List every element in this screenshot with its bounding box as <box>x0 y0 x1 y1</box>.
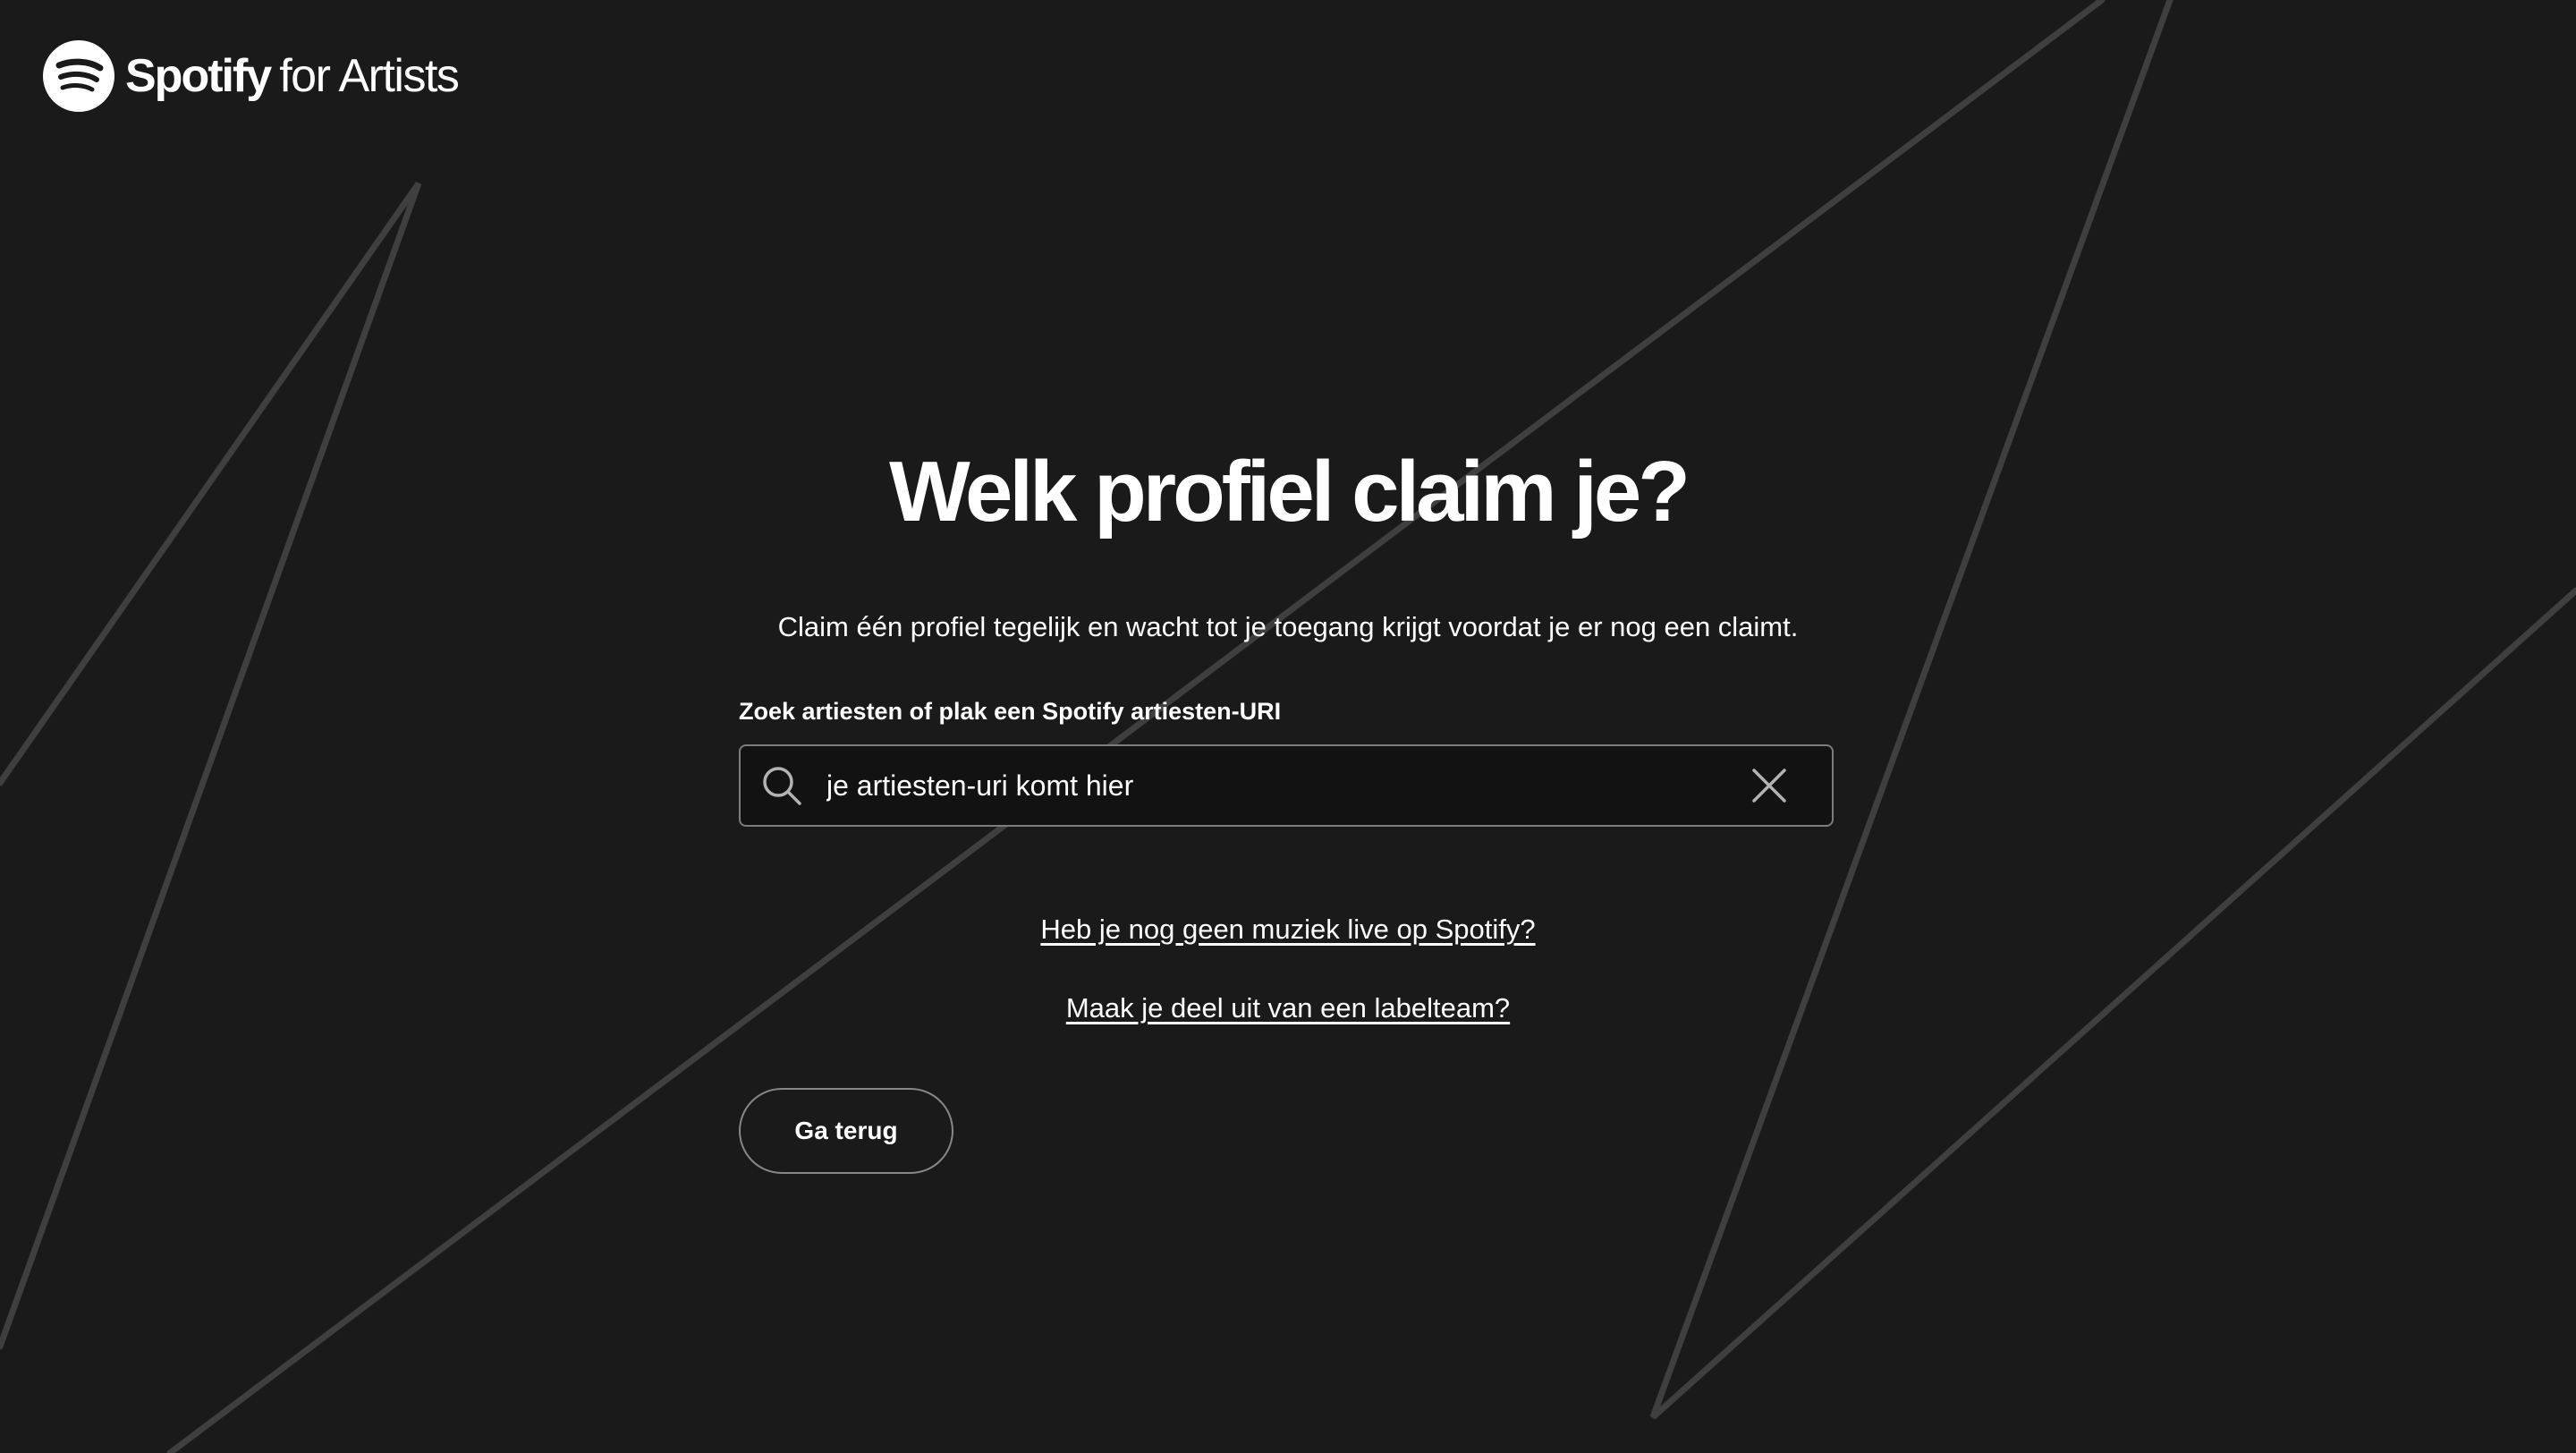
page-subtitle: Claim één profiel tegelijk en wacht tot … <box>777 611 1799 642</box>
page: Spotify for Artists Welk profiel claim j… <box>0 0 2576 1453</box>
artist-search-box <box>739 744 1834 827</box>
spotify-for-artists-logo[interactable]: Spotify for Artists <box>43 39 460 113</box>
search-icon <box>763 767 801 805</box>
clear-search-button[interactable] <box>1744 760 1794 811</box>
back-button[interactable]: Ga terug <box>739 1088 953 1174</box>
artist-search-input[interactable] <box>825 749 1744 822</box>
page-title: Welk profiel claim je? <box>889 444 1690 540</box>
spotify-logo-icon <box>43 40 114 112</box>
decorative-line-left <box>0 181 422 1350</box>
label-team-link[interactable]: Maak je deel uit van een labelteam? <box>1066 992 1510 1024</box>
close-icon <box>1752 769 1786 803</box>
decorative-line-right <box>1649 0 2576 1420</box>
search-label: Zoek artiesten of plak een Spotify artie… <box>739 698 1282 725</box>
label-team-link-row: Maak je deel uit van een labelteam? <box>739 986 1837 1031</box>
logo-brand-text: Spotify <box>125 50 272 102</box>
background-decoration <box>0 0 2576 1453</box>
no-music-live-link-row: Heb je nog geen muziek live op Spotify? <box>739 907 1837 952</box>
no-music-live-link[interactable]: Heb je nog geen muziek live op Spotify? <box>1040 913 1535 945</box>
logo-sub-text: for Artists <box>279 50 460 102</box>
